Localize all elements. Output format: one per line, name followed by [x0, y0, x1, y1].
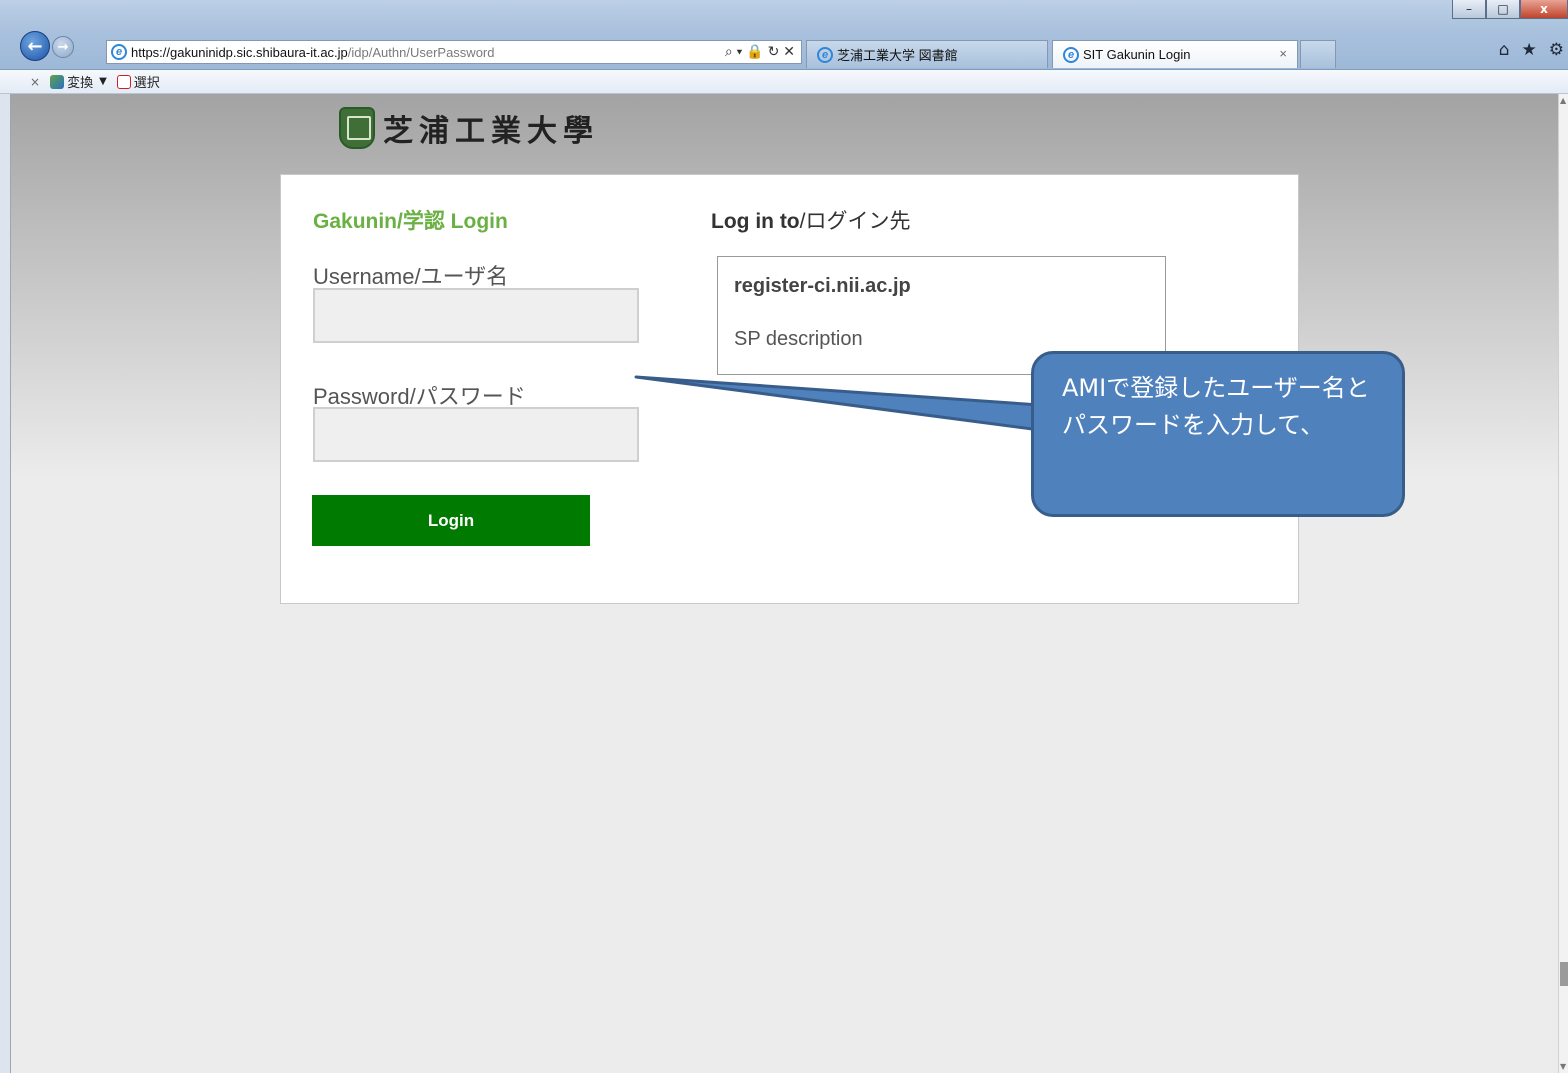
window-left-edge: [0, 94, 10, 1073]
vertical-scrollbar[interactable]: ▲ ▼: [1558, 94, 1568, 1073]
new-tab-button[interactable]: [1300, 40, 1336, 68]
annotation-callout: AMIで登録したユーザー名とパスワードを入力して、: [1031, 351, 1405, 517]
favorites-icon[interactable]: ★: [1522, 40, 1537, 60]
scroll-up-icon[interactable]: ▲: [1560, 96, 1566, 105]
close-window-button[interactable]: x: [1520, 0, 1568, 19]
tab-title: SIT Gakunin Login: [1083, 47, 1191, 62]
destination-heading-bold: Log in to: [711, 210, 800, 233]
convert-icon: [50, 74, 65, 89]
tab-close-icon[interactable]: ×: [1279, 46, 1287, 61]
address-bar-tools[interactable]: ⌕ ▾ 🔒 ↻ ✕: [725, 43, 795, 60]
username-label: Username/ユーザ名: [313, 264, 509, 289]
password-input[interactable]: [313, 407, 639, 462]
sp-name: register-ci.nii.ac.jp: [734, 275, 911, 297]
username-input[interactable]: [313, 288, 639, 343]
browser-title-bar: – □ x ← → e https://gakuninidp.sic.shiba…: [0, 0, 1568, 70]
url-path: /idp/Authn/UserPassword: [347, 44, 495, 60]
destination-heading-rest: /ログイン先: [799, 210, 911, 233]
ie-tab-icon: e: [817, 46, 833, 63]
url-host: https://gakuninidp.sic.shibaura-it.ac.jp: [131, 44, 348, 60]
select-icon: [116, 74, 131, 89]
maximize-button[interactable]: □: [1486, 0, 1520, 19]
tab-gakunin-login[interactable]: e SIT Gakunin Login ×: [1052, 40, 1298, 68]
university-crest-icon: [339, 107, 375, 149]
scroll-thumb[interactable]: [1560, 962, 1568, 986]
forward-button[interactable]: →: [52, 36, 74, 58]
select-button[interactable]: 選択: [116, 72, 160, 91]
close-toolbar-icon[interactable]: ×: [30, 75, 40, 89]
browser-toolbar-icons: ⌂ ★ ⚙: [1499, 40, 1568, 60]
address-bar[interactable]: e https://gakuninidp.sic.shibaura-it.ac.…: [106, 40, 802, 64]
convert-label: 変換: [67, 76, 94, 91]
back-button[interactable]: ←: [20, 31, 50, 61]
ie-tab-icon: e: [1063, 46, 1079, 63]
sp-description: SP description: [734, 328, 863, 350]
arrow-left-icon: ←: [27, 35, 43, 57]
command-bar: × 変換 ▼ 選択: [0, 70, 1568, 94]
login-button[interactable]: Login: [312, 495, 590, 546]
page-content: 芝浦工業大學 Gakunin/学認 Login Username/ユーザ名 Pa…: [10, 94, 1558, 1073]
login-title: Gakunin/学認 Login: [313, 210, 508, 233]
arrow-right-icon: →: [57, 39, 69, 55]
select-label: 選択: [133, 76, 160, 91]
convert-button[interactable]: 変換: [50, 72, 93, 91]
convert-dropdown[interactable]: ▼: [99, 76, 107, 87]
home-icon[interactable]: ⌂: [1499, 40, 1510, 60]
window-controls: – □ x: [1452, 0, 1568, 20]
settings-icon[interactable]: ⚙: [1549, 40, 1564, 60]
university-logo: 芝浦工業大學: [339, 106, 599, 150]
destination-heading: Log in to/ログイン先: [711, 205, 910, 235]
tab-title: 芝浦工業大学 図書館: [837, 48, 958, 63]
university-name: 芝浦工業大學: [383, 114, 599, 149]
tab-library[interactable]: e 芝浦工業大学 図書館: [806, 40, 1048, 68]
minimize-button[interactable]: –: [1452, 0, 1486, 19]
ie-page-icon: e: [111, 44, 127, 60]
scroll-down-icon[interactable]: ▼: [1560, 1062, 1566, 1071]
